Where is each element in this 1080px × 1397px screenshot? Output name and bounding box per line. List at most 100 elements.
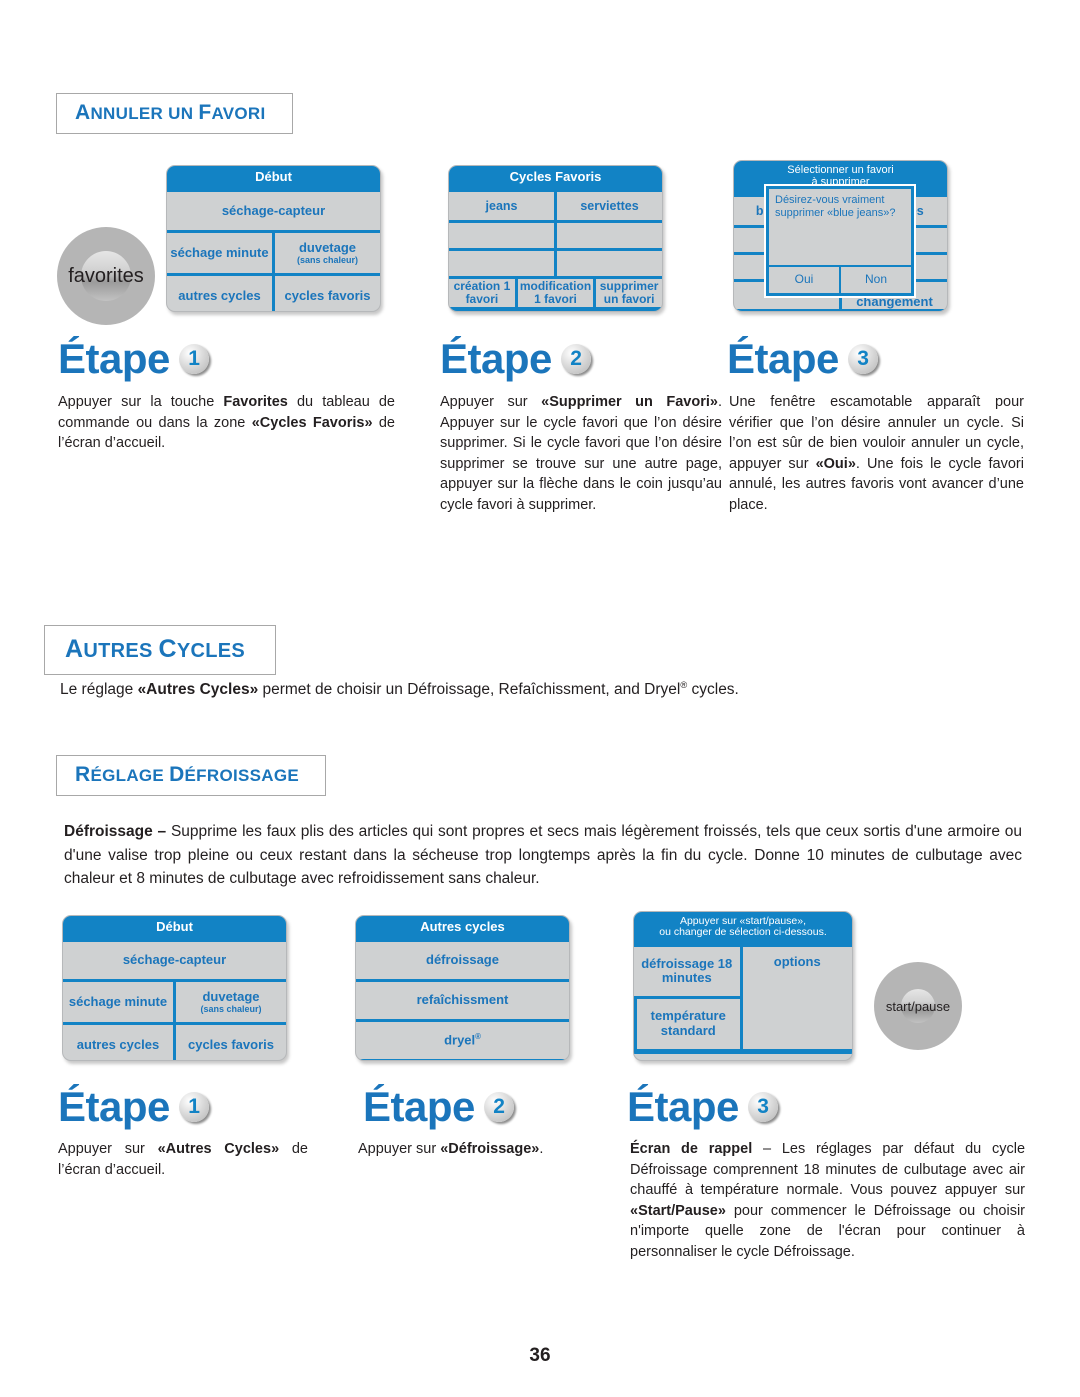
cell-refaichissment[interactable]: refaîchissment — [356, 982, 569, 1019]
step-text-bottom-3: Écran de rappel – Les réglages par défau… — [630, 1139, 1025, 1262]
screen-row-sensor[interactable]: séchage-capteur — [167, 189, 380, 230]
dialog-message-line2: supprimer «blue jeans»? — [775, 207, 896, 220]
cell-jeans[interactable]: jeans — [449, 192, 554, 220]
step-heading-bottom-2: Étape 2 — [363, 1083, 514, 1131]
cell-modification-favori[interactable]: modification 1 favori — [514, 279, 593, 308]
screen-cycles-favoris[interactable]: Cycles Favoris jeans serviettes création… — [448, 165, 663, 312]
cell-dryel[interactable]: dryel® — [356, 1022, 569, 1059]
cell-dryel-label: dryel® — [444, 1032, 481, 1048]
cell-duvetage[interactable]: duvetage (sans chaleur) — [173, 982, 286, 1023]
text-run: Appuyer sur — [440, 394, 542, 410]
section-heading-annuler-un-favori: ANNULER UN FAVORI — [56, 93, 293, 134]
step-number-badge: 3 — [747, 1092, 778, 1122]
screen-rappel[interactable]: Appuyer sur «start/pause», ou changer de… — [633, 911, 853, 1061]
start-pause-knob[interactable]: start/pause — [874, 962, 962, 1050]
screen-debut-bottom[interactable]: Début séchage-capteur séchage minute duv… — [62, 915, 287, 1061]
screen-title-line1: Appuyer sur «start/pause», — [679, 915, 807, 927]
step-number-badge: 1 — [178, 344, 209, 374]
cell-duvetage[interactable]: duvetage (sans chaleur) — [272, 233, 380, 274]
text-run: dryel — [444, 1032, 476, 1048]
cell-cycles-favoris[interactable]: cycles favoris — [173, 1025, 286, 1060]
cell-cycles-favoris[interactable]: cycles favoris — [272, 276, 380, 311]
rappel-left-column: défroissage 18 minutes température stand… — [634, 947, 740, 1049]
text-bold-autres-cycles: «Autres Cycles» — [157, 1141, 280, 1157]
autres-cycles-intro-text: Le réglage «Autres Cycles» permet de cho… — [60, 678, 1020, 702]
screen-base-strip — [449, 307, 662, 311]
dialog-yes-button[interactable]: Oui — [769, 267, 839, 293]
dialog-no-button[interactable]: Non — [839, 267, 911, 293]
text-bold-defroissage: «Défroissage» — [440, 1141, 540, 1157]
screen-autres-cycles[interactable]: Autres cycles défroissage refaîchissment… — [355, 915, 570, 1061]
cell-empty-4[interactable] — [554, 251, 662, 277]
text-run: Supprime les faux plis des articles qui … — [64, 823, 1022, 888]
screen-title-line2: ou changer de sélection ci-dessous. — [659, 926, 827, 939]
screen-base-strip — [356, 1059, 569, 1060]
screen-row-1: défroissage — [356, 939, 569, 979]
screen-title-bar: Cycles Favoris — [449, 166, 662, 190]
screen-title-line1: Sélectionner un favori — [787, 164, 894, 176]
text-bold-cycles-favoris: «Cycles Favoris» — [251, 414, 373, 431]
screen-row-3: autres cycles cycles favoris — [63, 1022, 286, 1060]
screen-title-bar: Autres cycles — [356, 916, 569, 940]
screen-row-2: séchage minute duvetage (sans chaleur) — [63, 979, 286, 1023]
text-run: Appuyer sur — [358, 1141, 441, 1157]
dialog-buttons: Oui Non — [769, 265, 911, 293]
step-label: Étape — [627, 1083, 739, 1130]
heading-box-annuler: ANNULER UN FAVORI — [56, 93, 293, 134]
cell-empty-3[interactable] — [449, 251, 554, 276]
step-number-badge: 2 — [483, 1092, 514, 1122]
cell-options[interactable]: options — [739, 946, 853, 1049]
cell-autres-cycles[interactable]: autres cycles — [63, 1025, 173, 1060]
heading-text-autres-cycles: AUTRES CYCLES — [65, 635, 246, 663]
step-label: Étape — [727, 335, 839, 382]
cell-autres-cycles[interactable]: autres cycles — [167, 276, 272, 311]
heading-box-autres-cycles: AUTRES CYCLES — [44, 625, 277, 675]
cell-defroissage-18-minutes[interactable]: défroissage 18 minutes — [634, 947, 740, 997]
step-number-badge: 3 — [847, 344, 878, 374]
screen-row-2 — [449, 220, 662, 249]
text-run: . Appuyer sur le cycle favori que l’on d… — [440, 394, 722, 513]
screen-body-row: défroissage 18 minutes température stand… — [634, 943, 853, 1049]
cell-duvetage-label: duvetage — [298, 239, 357, 255]
text-bold-oui: «Oui» — [815, 455, 856, 472]
step-heading-bottom-1: Étape 1 — [58, 1083, 209, 1131]
cell-sechage-minute[interactable]: séchage minute — [63, 982, 173, 1022]
screen-title-bar: Appuyer sur «start/pause», ou changer de… — [634, 912, 852, 944]
cell-supprimer-favori[interactable]: supprimer un favori — [593, 279, 662, 308]
step-heading-top-3: Étape 3 — [727, 335, 878, 383]
favorites-knob-label: favorites — [68, 264, 144, 287]
cell-sechage-capteur[interactable]: séchage-capteur — [63, 942, 286, 979]
text-bold-autres-cycles: «Autres Cycles» — [137, 681, 259, 699]
cell-duvetage-sub: (sans chaleur) — [296, 255, 359, 266]
text-bold-start-pause: «Start/Pause» — [630, 1202, 726, 1219]
favorites-knob[interactable]: favorites — [57, 227, 155, 325]
text-run: permet de choisir un Défroissage, Refaîc… — [258, 681, 681, 699]
text-bold-supprimer-un-favori: «Supprimer un Favori» — [541, 394, 718, 410]
screen-base-strip — [634, 1048, 852, 1054]
section-heading-autres-cycles: AUTRES CYCLES — [44, 625, 277, 675]
text-bold-ecran-de-rappel: Écran de rappel — [630, 1141, 753, 1157]
step-label: Étape — [58, 335, 170, 382]
step-text-bottom-2: Appuyer sur «Défroissage». — [358, 1139, 598, 1160]
cell-serviettes[interactable]: serviettes — [554, 192, 662, 221]
step-number-badge: 2 — [560, 344, 591, 374]
screen-row-3: autres cycles cycles favoris — [167, 273, 380, 311]
text-run: . — [539, 1141, 544, 1157]
step-heading-top-2: Étape 2 — [440, 335, 591, 383]
cell-sechage-capteur[interactable]: séchage-capteur — [167, 192, 380, 230]
screen-debut-top[interactable]: Début séchage-capteur séchage minute duv… — [166, 165, 381, 312]
text-run: cycles. — [687, 681, 739, 699]
text-run: Le réglage — [60, 681, 138, 699]
cell-sechage-minute[interactable]: séchage minute — [167, 233, 272, 273]
cell-empty-1[interactable] — [449, 223, 554, 248]
step-label: Étape — [363, 1083, 475, 1130]
confirm-delete-dialog[interactable]: Désirez-vous vraiment supprimer «blue je… — [764, 184, 916, 298]
cell-temperature-standard[interactable]: température standard — [634, 996, 740, 1049]
cell-defroissage[interactable]: défroissage — [356, 942, 569, 979]
cell-creation-favori[interactable]: création 1 favori — [449, 279, 515, 307]
screen-row-3: dryel® — [356, 1019, 569, 1059]
screen-row-2: refaîchissment — [356, 979, 569, 1019]
screen-row-sensor: séchage-capteur — [63, 939, 286, 979]
screen-row-2: séchage minute duvetage (sans chaleur) — [167, 230, 380, 274]
cell-empty-2[interactable] — [554, 223, 662, 249]
